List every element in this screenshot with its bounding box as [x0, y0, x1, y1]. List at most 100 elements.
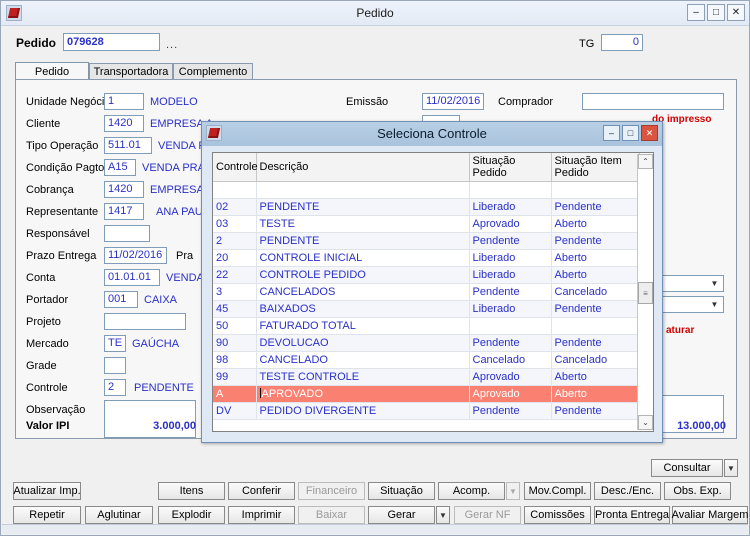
cell-descricao: CONTROLE INICIAL [256, 249, 470, 267]
input-observacao[interactable] [104, 400, 196, 438]
combo-right-1[interactable]: ▼ [656, 275, 724, 292]
situacao-button[interactable]: Situação [368, 482, 435, 500]
comissoes-button[interactable]: Comissões [524, 506, 591, 524]
table-row[interactable]: 20 CONTROLE INICIAL Liberado Aberto [213, 249, 640, 267]
input-controle[interactable]: 2 [104, 379, 126, 396]
gerar-button[interactable]: Gerar [368, 506, 435, 524]
imprimir-button[interactable]: Imprimir [228, 506, 295, 524]
cell-controle: 02 [213, 198, 257, 216]
col-situacao-pedido[interactable]: Situação Pedido [469, 153, 552, 182]
input-comprador[interactable] [582, 93, 724, 110]
value-portador-desc: CAIXA [144, 294, 178, 306]
table-row[interactable]: 2 PENDENTE Pendente Pendente [213, 232, 640, 250]
dialog-minimize-icon[interactable]: – [603, 125, 620, 141]
cell-situacao-pedido: Pendente [469, 283, 552, 301]
cell-controle: DV [213, 402, 257, 420]
table-row[interactable]: 50 FATURADO TOTAL [213, 317, 640, 335]
table-row[interactable]: 45 BAIXADOS Liberado Pendente [213, 300, 640, 318]
pedido-browse-button[interactable]: ... [166, 39, 178, 51]
explodir-button[interactable]: Explodir [158, 506, 225, 524]
cell-controle: 50 [213, 317, 257, 335]
col-controle[interactable]: Controle [213, 153, 258, 182]
controle-grid[interactable]: Controle Descrição Situação Pedido Situa… [212, 152, 654, 432]
table-row[interactable] [213, 181, 640, 199]
atualizar-imp-button[interactable]: Atualizar Imp. [13, 482, 81, 500]
scroll-down-icon[interactable]: ⌄ [638, 415, 653, 430]
close-icon[interactable]: ✕ [727, 4, 745, 21]
label-emissao: Emissão [346, 96, 389, 108]
dialog-maximize-icon[interactable]: □ [622, 125, 639, 141]
input-unidade-negocio[interactable]: 1 [104, 93, 144, 110]
col-descricao[interactable]: Descrição [256, 153, 470, 182]
pedido-input[interactable]: 079628 [63, 33, 160, 51]
gerar-dropdown-icon[interactable]: ▼ [436, 506, 450, 524]
acomp-dropdown-icon[interactable]: ▼ [506, 482, 520, 500]
table-row[interactable]: A APROVADO Aprovado Aberto [213, 385, 640, 403]
scroll-thumb[interactable]: ≡ [638, 282, 653, 304]
input-portador[interactable]: 001 [104, 291, 138, 308]
input-tipo-operacao[interactable]: 511.01 [104, 137, 152, 154]
label-faturar: aturar [666, 325, 695, 336]
table-row[interactable]: 3 CANCELADOS Pendente Cancelado [213, 283, 640, 301]
combo-right-2[interactable]: ▼ [656, 296, 724, 313]
input-representante[interactable]: 1417 [104, 203, 144, 220]
obs-exp-button[interactable]: Obs. Exp. [664, 482, 731, 500]
table-row[interactable]: DV PEDIDO DIVERGENTE Pendente Pendente [213, 402, 640, 420]
label-comprador: Comprador [498, 96, 554, 108]
input-emissao[interactable]: 11/02/2016 [422, 93, 484, 110]
cell-controle: 90 [213, 334, 257, 352]
tg-input[interactable]: 0 [601, 34, 643, 51]
dialog-close-icon[interactable]: ✕ [641, 125, 658, 141]
input-mercado[interactable]: TE [104, 335, 126, 352]
cell-situacao-item [551, 181, 640, 199]
cell-situacao-pedido: Liberado [469, 249, 552, 267]
desc-enc-button[interactable]: Desc./Enc. [594, 482, 661, 500]
minimize-icon[interactable]: – [687, 4, 705, 21]
aglutinar-button[interactable]: Aglutinar [85, 506, 153, 524]
table-row[interactable]: 03 TESTE Aprovado Aberto [213, 215, 640, 233]
table-row[interactable]: 02 PENDENTE Liberado Pendente [213, 198, 640, 216]
tab-transportadora[interactable]: Transportadora [89, 63, 173, 80]
status-bar [2, 524, 748, 534]
acomp-button[interactable]: Acomp. [438, 482, 505, 500]
cell-situacao-item: Pendente [551, 232, 640, 250]
avaliar-margem-button[interactable]: Avaliar Margem [672, 506, 748, 524]
cell-controle: A [213, 385, 257, 403]
dialog-title: Seleciona Controle [377, 126, 487, 141]
pronta-entrega-button[interactable]: Pronta Entrega [594, 506, 670, 524]
table-row[interactable]: 22 CONTROLE PEDIDO Liberado Aberto [213, 266, 640, 284]
cell-situacao-pedido: Cancelado [469, 351, 552, 369]
input-responsavel[interactable] [104, 225, 150, 242]
input-conta[interactable]: 01.01.01 [104, 269, 160, 286]
cell-situacao-item: Aberto [551, 385, 640, 403]
value-unidade-negocio-desc: MODELO [150, 96, 198, 108]
table-row[interactable]: 98 CANCELADO Cancelado Cancelado [213, 351, 640, 369]
conferir-button[interactable]: Conferir [228, 482, 295, 500]
table-row[interactable]: 99 TESTE CONTROLE Aprovado Aberto [213, 368, 640, 386]
maximize-icon[interactable]: □ [707, 4, 725, 21]
col-situacao-item-pedido[interactable]: Situação Item Pedido [551, 153, 640, 182]
dialog-window-controls: – □ ✕ [603, 125, 658, 141]
cell-situacao-item: Pendente [551, 198, 640, 216]
grid-scrollbar[interactable]: ⌃ ≡ ⌄ [637, 154, 653, 430]
tab-strip: Pedido Transportadora Complemento [15, 62, 737, 81]
cell-situacao-pedido: Pendente [469, 232, 552, 250]
consultar-dropdown-icon[interactable]: ▼ [724, 459, 738, 477]
mov-compl-button[interactable]: Mov.Compl. [524, 482, 591, 500]
table-row[interactable]: 90 DEVOLUCAO Pendente Pendente [213, 334, 640, 352]
scroll-up-icon[interactable]: ⌃ [638, 154, 653, 169]
tab-complemento[interactable]: Complemento [173, 63, 253, 80]
input-prazo-entrega[interactable]: 11/02/2016 [104, 247, 167, 264]
input-grade[interactable] [104, 357, 126, 374]
label-representante: Representante [26, 206, 99, 218]
cell-controle: 03 [213, 215, 257, 233]
itens-button[interactable]: Itens [158, 482, 225, 500]
input-projeto[interactable] [104, 313, 186, 330]
repetir-button[interactable]: Repetir [13, 506, 81, 524]
consultar-button[interactable]: Consultar [651, 459, 723, 477]
input-cobranca[interactable]: 1420 [104, 181, 144, 198]
input-condicao-pagto[interactable]: A15 [104, 159, 136, 176]
chevron-down-icon: ▼ [710, 300, 719, 309]
input-cliente[interactable]: 1420 [104, 115, 144, 132]
controle-table: Controle Descrição Situação Pedido Situa… [213, 153, 640, 420]
